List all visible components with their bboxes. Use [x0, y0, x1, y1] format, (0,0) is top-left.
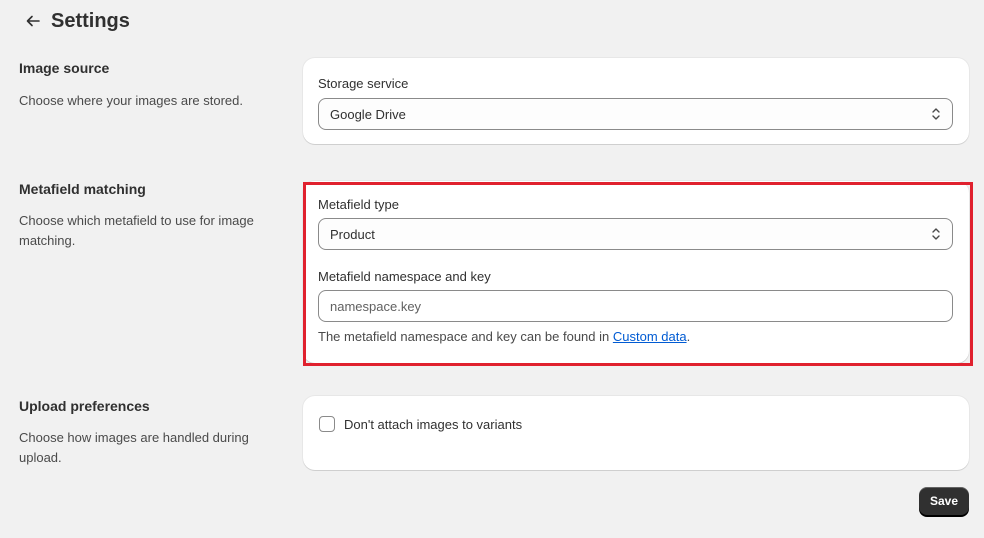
dont-attach-variants-option[interactable]: Don't attach images to variants — [319, 416, 522, 432]
arrow-left-icon — [26, 15, 40, 27]
upload-preferences-section-info: Upload preferences Choose how images are… — [19, 398, 269, 468]
metafield-help-prefix: The metafield namespace and key can be f… — [318, 329, 613, 344]
storage-service-select[interactable]: Google Drive — [318, 98, 953, 130]
page-header: Settings — [22, 6, 130, 36]
custom-data-link[interactable]: Custom data — [613, 329, 687, 344]
storage-service-label: Storage service — [318, 76, 409, 91]
upload-preferences-card: Don't attach images to variants — [303, 396, 969, 470]
metafield-type-value: Product — [330, 226, 375, 242]
metafield-matching-card: Metafield type Product Metafield namespa… — [303, 181, 969, 363]
page-title: Settings — [51, 9, 130, 32]
metafield-key-input[interactable] — [318, 290, 953, 322]
metafield-help-suffix: . — [686, 329, 691, 344]
image-source-description: Choose where your images are stored. — [19, 93, 244, 108]
metafield-matching-description: Choose which metafield to use for image … — [19, 213, 254, 248]
metafield-matching-heading: Metafield matching — [19, 181, 146, 197]
metafield-type-select[interactable]: Product — [318, 218, 953, 250]
metafield-key-label: Metafield namespace and key — [318, 269, 491, 284]
metafield-type-label: Metafield type — [318, 197, 399, 212]
upload-preferences-description: Choose how images are handled during upl… — [19, 430, 249, 465]
image-source-section-info: Image source Choose where your images ar… — [19, 60, 269, 111]
upload-preferences-heading: Upload preferences — [19, 398, 150, 414]
image-source-heading: Image source — [19, 60, 110, 76]
save-button[interactable]: Save — [919, 487, 969, 515]
metafield-help-text: The metafield namespace and key can be f… — [318, 329, 690, 344]
dont-attach-variants-label: Don't attach images to variants — [344, 416, 523, 432]
select-arrows-icon — [932, 228, 940, 240]
dont-attach-variants-checkbox[interactable] — [319, 416, 335, 432]
back-button[interactable] — [22, 10, 44, 32]
metafield-matching-section-info: Metafield matching Choose which metafiel… — [19, 181, 269, 251]
image-source-card: Storage service Google Drive — [303, 58, 969, 144]
storage-service-value: Google Drive — [330, 106, 406, 122]
select-arrows-icon — [932, 108, 940, 120]
